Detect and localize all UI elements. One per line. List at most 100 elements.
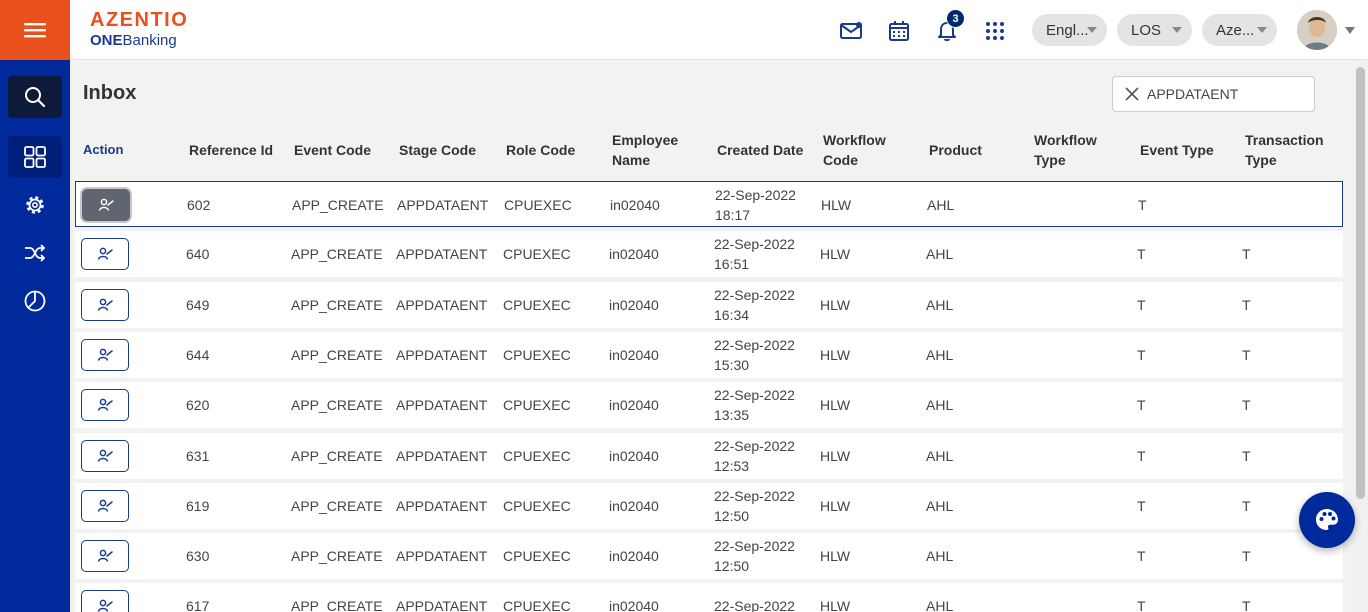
cell-event: APP_CREATE bbox=[291, 246, 383, 262]
table-row[interactable]: 602 APP_CREATE APPDATAENT CPUEXEC in02040 22-… bbox=[75, 181, 1343, 227]
cell-evtype: T bbox=[1137, 498, 1146, 514]
cell-wfcode: HLW bbox=[820, 598, 851, 612]
language-select[interactable]: Engl... bbox=[1032, 14, 1107, 46]
row-action-button[interactable] bbox=[81, 238, 129, 270]
search-input[interactable] bbox=[1147, 86, 1297, 102]
cell-wfcode: HLW bbox=[820, 548, 851, 564]
hamburger-menu-button[interactable] bbox=[0, 0, 70, 60]
cell-created: 22-Sep-2022 12:50 bbox=[714, 488, 795, 524]
calendar-button[interactable] bbox=[886, 18, 912, 44]
sidebar-item-dashboard[interactable] bbox=[8, 136, 62, 178]
cell-event: APP_CREATE bbox=[291, 548, 383, 564]
cell-emp: in02040 bbox=[609, 246, 659, 262]
cell-ref: 640 bbox=[186, 246, 210, 262]
cell-evtype: T bbox=[1137, 397, 1146, 413]
cell-ref: 644 bbox=[186, 347, 210, 363]
column-header-wfcode[interactable]: Workflow Code bbox=[823, 124, 918, 176]
cell-event: APP_CREATE bbox=[291, 347, 383, 363]
cell-emp: in02040 bbox=[609, 397, 659, 413]
sidebar bbox=[0, 60, 70, 612]
cell-created: 22-Sep-2022 15:30 bbox=[714, 337, 795, 373]
cell-stage: APPDATAENT bbox=[396, 347, 488, 363]
column-header-txtype[interactable]: Transaction Type bbox=[1245, 124, 1340, 176]
apps-grid-icon bbox=[986, 22, 1004, 40]
cell-created: 22-Sep-2022 bbox=[714, 598, 795, 612]
cell-created: 22-Sep-2022 12:53 bbox=[714, 438, 795, 474]
mail-icon bbox=[840, 22, 862, 39]
column-header-evtype[interactable]: Event Type bbox=[1140, 124, 1235, 176]
cell-created: 22-Sep-2022 16:34 bbox=[714, 287, 795, 323]
cell-txtype bbox=[1243, 182, 1338, 228]
table-row[interactable]: 644 APP_CREATE APPDATAENT CPUEXEC in02040 22-… bbox=[75, 332, 1343, 378]
user-avatar[interactable] bbox=[1297, 10, 1337, 50]
cell-role: CPUEXEC bbox=[503, 297, 571, 313]
assign-user-icon bbox=[97, 348, 113, 361]
shuffle-icon bbox=[25, 244, 46, 262]
column-header-emp[interactable]: Employee Name bbox=[612, 124, 707, 176]
cell-product: AHL bbox=[926, 498, 954, 514]
entity-select[interactable]: Aze... bbox=[1202, 14, 1277, 46]
cell-created: 22-Sep-2022 16:51 bbox=[714, 236, 795, 272]
cell-wfcode: HLW bbox=[821, 197, 852, 213]
clear-search-button[interactable] bbox=[1125, 87, 1139, 101]
module-select[interactable]: LOS bbox=[1117, 14, 1192, 46]
vertical-scrollbar[interactable] bbox=[1353, 61, 1368, 612]
column-header-stage[interactable]: Stage Code bbox=[399, 124, 499, 176]
apps-button[interactable] bbox=[982, 18, 1008, 44]
column-header-action[interactable]: Action bbox=[83, 124, 173, 176]
cell-product: AHL bbox=[926, 598, 954, 612]
column-header-ref[interactable]: Reference Id bbox=[189, 124, 289, 176]
calendar-icon bbox=[889, 21, 909, 41]
cell-txtype: T bbox=[1242, 397, 1251, 413]
column-header-role[interactable]: Role Code bbox=[506, 124, 606, 176]
cell-role: CPUEXEC bbox=[503, 548, 571, 564]
cell-product: AHL bbox=[926, 297, 954, 313]
cell-event: APP_CREATE bbox=[291, 448, 383, 464]
cell-ref: 631 bbox=[186, 448, 210, 464]
table-row[interactable]: 630 APP_CREATE APPDATAENT CPUEXEC in02040 22-… bbox=[75, 533, 1343, 579]
table-row[interactable]: 619 APP_CREATE APPDATAENT CPUEXEC in02040 22-… bbox=[75, 483, 1343, 529]
assign-user-icon bbox=[97, 398, 113, 411]
row-action-button[interactable] bbox=[81, 540, 129, 572]
theme-palette-button[interactable] bbox=[1299, 492, 1355, 548]
column-header-created[interactable]: Created Date bbox=[717, 124, 817, 176]
table-row[interactable]: 640 APP_CREATE APPDATAENT CPUEXEC in02040 22-… bbox=[75, 231, 1343, 277]
cell-product: AHL bbox=[926, 246, 954, 262]
brand-logo: AZENTIO ONEBanking bbox=[90, 9, 188, 51]
app-header: AZENTIO ONEBanking 3 Engl... LOS Aze... bbox=[0, 0, 1368, 60]
cell-stage: APPDATAENT bbox=[396, 498, 488, 514]
column-header-event[interactable]: Event Code bbox=[294, 124, 394, 176]
cell-evtype: T bbox=[1137, 598, 1146, 612]
sidebar-item-search[interactable] bbox=[8, 76, 62, 118]
sidebar-item-reports[interactable] bbox=[8, 280, 62, 322]
hamburger-icon bbox=[24, 23, 46, 38]
column-header-product[interactable]: Product bbox=[929, 124, 1024, 176]
table-row[interactable]: 649 APP_CREATE APPDATAENT CPUEXEC in02040 22-… bbox=[75, 282, 1343, 328]
cell-evtype: T bbox=[1137, 297, 1146, 313]
cell-stage: APPDATAENT bbox=[396, 548, 488, 564]
cell-emp: in02040 bbox=[609, 548, 659, 564]
assign-user-icon bbox=[97, 298, 113, 311]
cell-wftype bbox=[1031, 231, 1126, 277]
cell-role: CPUEXEC bbox=[503, 397, 571, 413]
user-menu-chevron-icon[interactable] bbox=[1345, 27, 1355, 34]
row-action-button[interactable] bbox=[81, 289, 129, 321]
dashboard-grid-icon bbox=[24, 146, 46, 168]
table-row[interactable]: 617 APP_CREATE APPDATAENT CPUEXEC in02040 22-… bbox=[75, 583, 1343, 612]
row-action-button[interactable] bbox=[81, 590, 129, 612]
table-row[interactable]: 620 APP_CREATE APPDATAENT CPUEXEC in02040 22-… bbox=[75, 382, 1343, 428]
row-action-button[interactable] bbox=[81, 490, 129, 522]
scrollbar-thumb[interactable] bbox=[1356, 67, 1365, 499]
table-row[interactable]: 631 APP_CREATE APPDATAENT CPUEXEC in02040 22-… bbox=[75, 433, 1343, 479]
column-header-wftype[interactable]: Workflow Type bbox=[1034, 124, 1129, 176]
sidebar-item-workflow[interactable] bbox=[8, 232, 62, 274]
brand-sub: ONEBanking bbox=[90, 31, 188, 51]
mail-button[interactable] bbox=[838, 18, 864, 44]
sidebar-item-settings[interactable] bbox=[8, 184, 62, 226]
row-action-button[interactable] bbox=[81, 389, 129, 421]
row-action-button[interactable] bbox=[81, 440, 129, 472]
row-action-button[interactable] bbox=[81, 339, 129, 371]
entity-value: Aze... bbox=[1216, 21, 1255, 39]
cell-wfcode: HLW bbox=[820, 498, 851, 514]
row-action-button[interactable] bbox=[82, 189, 130, 221]
